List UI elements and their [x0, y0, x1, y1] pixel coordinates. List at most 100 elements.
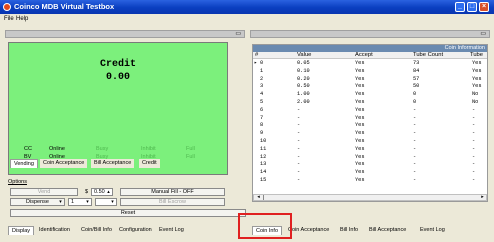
- table-row[interactable]: 7 - Yes - -: [253, 115, 487, 123]
- tab-vending[interactable]: Vending: [10, 159, 38, 168]
- scroll-left-icon[interactable]: ◂: [254, 195, 264, 200]
- table-cell: -: [297, 177, 301, 183]
- table-row[interactable]: 13 - Yes - -: [253, 161, 487, 169]
- maximize-button[interactable]: □: [467, 2, 477, 12]
- table-cell: 0: [413, 91, 417, 98]
- tab-event-log[interactable]: Event Log: [156, 226, 187, 235]
- table-row[interactable]: 10 - Yes - -: [253, 138, 487, 146]
- table-cell: -: [413, 177, 417, 183]
- table-cell: -: [413, 153, 417, 160]
- bill-escrow-button[interactable]: Bill Escrow: [120, 198, 225, 206]
- chevron-down-icon[interactable]: ▾: [109, 199, 116, 205]
- table-row[interactable]: 14 - Yes - -: [253, 169, 487, 177]
- table-row[interactable]: 4 1.00 Yes 0 No: [253, 91, 487, 99]
- minimize-button[interactable]: _: [455, 2, 465, 12]
- table-cell: 11: [260, 145, 267, 152]
- col-index[interactable]: #: [255, 52, 258, 58]
- table-row[interactable]: 9 - Yes - -: [253, 130, 487, 138]
- table-row[interactable]: 2 0.20 Yes 57 Yes: [253, 76, 487, 84]
- table-cell: -: [472, 161, 476, 168]
- table-cell: 5: [260, 99, 264, 105]
- reset-button[interactable]: Reset: [10, 209, 246, 217]
- row-selector-icon: ▸: [254, 60, 258, 66]
- table-cell: 9: [260, 130, 264, 137]
- table-row[interactable]: 5 2.00 Yes 0 No: [253, 99, 487, 107]
- table-row[interactable]: 12 - Yes - -: [253, 154, 487, 162]
- options-label: Options: [8, 179, 27, 185]
- table-row[interactable]: 8 - Yes - -: [253, 122, 487, 130]
- table-cell: Yes: [355, 114, 365, 121]
- table-cell: 84: [413, 67, 420, 74]
- close-button[interactable]: ×: [479, 2, 489, 12]
- table-cell: 2.00: [297, 99, 310, 105]
- table-cell: -: [413, 161, 417, 168]
- table-cell: -: [472, 169, 476, 176]
- table-cell: 1: [260, 67, 264, 74]
- col-accept[interactable]: Accept: [355, 52, 373, 58]
- status-inhibit: Inhibit: [141, 146, 156, 152]
- table-cell: -: [297, 106, 301, 113]
- table-cell: -: [472, 138, 476, 144]
- table-cell: No: [472, 99, 479, 105]
- table-cell: Yes: [472, 75, 482, 82]
- table-cell: 0: [260, 60, 264, 66]
- price-input[interactable]: 0.50 ▴: [91, 188, 113, 196]
- chevron-down-icon[interactable]: ▾: [84, 199, 91, 205]
- table-cell: Yes: [355, 169, 365, 176]
- tab-event-log[interactable]: Event Log: [417, 226, 448, 235]
- tab-coin-acceptance[interactable]: Coin Acceptance: [40, 159, 88, 168]
- horizontal-scrollbar[interactable]: ◂ ▸: [253, 194, 487, 201]
- table-header: # Value Accept Tube Count Tube: [253, 52, 487, 59]
- title-bar: Coinco MDB Virtual Testbox _ □ ×: [0, 0, 494, 14]
- table-cell: Yes: [472, 60, 482, 66]
- table-cell: Yes: [355, 106, 365, 113]
- table-cell: -: [472, 106, 476, 113]
- coin-info-banner: Coin Information: [253, 45, 487, 52]
- table-cell: -: [472, 177, 476, 183]
- col-tube[interactable]: Tube: [470, 52, 483, 58]
- table-cell: No: [472, 91, 479, 98]
- table-cell: Yes: [355, 145, 365, 152]
- vend-button[interactable]: Vend: [10, 188, 78, 196]
- left-tab-strip: Vending Coin Acceptance Bill Acceptance …: [10, 159, 230, 168]
- tab-coin-bill-info[interactable]: Coin/Bill Info: [78, 226, 115, 235]
- table-cell: 4: [260, 91, 264, 98]
- tab-credit[interactable]: Credit: [139, 159, 160, 168]
- menu-file[interactable]: File: [4, 16, 14, 22]
- dispense-quantity-select[interactable]: 1 ▾: [68, 198, 92, 206]
- table-cell: 0.50: [297, 83, 310, 90]
- pin-icon[interactable]: ▭: [480, 31, 486, 37]
- stepper-icon[interactable]: ▴: [105, 189, 112, 195]
- scroll-right-icon[interactable]: ▸: [479, 195, 486, 200]
- tab-bill-acceptance[interactable]: Bill Acceptance: [366, 226, 410, 235]
- table-cell: -: [297, 114, 301, 121]
- table-row[interactable]: 15 - Yes - -: [253, 177, 487, 185]
- pin-icon[interactable]: ▭: [235, 31, 241, 37]
- table-row[interactable]: ▸ 0 0.05 Yes 73 Yes: [253, 60, 487, 68]
- tab-identification[interactable]: Identification: [36, 226, 73, 235]
- table-cell: -: [297, 138, 301, 144]
- dispense-button[interactable]: Dispense ▾: [10, 198, 65, 206]
- table-row[interactable]: 6 - Yes - -: [253, 107, 487, 115]
- tab-configuration[interactable]: Configuration: [116, 226, 155, 235]
- chevron-down-icon[interactable]: ▾: [57, 199, 64, 205]
- table-cell: 0: [413, 99, 417, 105]
- menu-help[interactable]: Help: [16, 16, 28, 22]
- col-value[interactable]: Value: [297, 52, 311, 58]
- tab-coin-acceptance[interactable]: Coin Acceptance: [285, 226, 333, 235]
- dispense-coin-select[interactable]: ▾: [95, 198, 117, 206]
- table-cell: Yes: [355, 60, 365, 66]
- col-tube-count[interactable]: Tube Count: [413, 52, 443, 58]
- tab-bill-acceptance[interactable]: Bill Acceptance: [91, 159, 135, 168]
- table-cell: -: [297, 122, 301, 129]
- window-title: Coinco MDB Virtual Testbox: [14, 2, 115, 11]
- table-cell: -: [472, 114, 476, 121]
- table-row[interactable]: 11 - Yes - -: [253, 146, 487, 154]
- manual-fill-button[interactable]: Manual Fill - OFF: [120, 188, 225, 196]
- coin-info-table[interactable]: Coin Information # Value Accept Tube Cou…: [252, 44, 488, 202]
- table-row[interactable]: 3 0.50 Yes 50 Yes: [253, 83, 487, 91]
- tab-bill-info[interactable]: Bill Info: [337, 226, 362, 235]
- tab-display[interactable]: Display: [8, 226, 35, 235]
- table-cell: 13: [260, 161, 267, 168]
- table-row[interactable]: 1 0.10 Yes 84 Yes: [253, 68, 487, 76]
